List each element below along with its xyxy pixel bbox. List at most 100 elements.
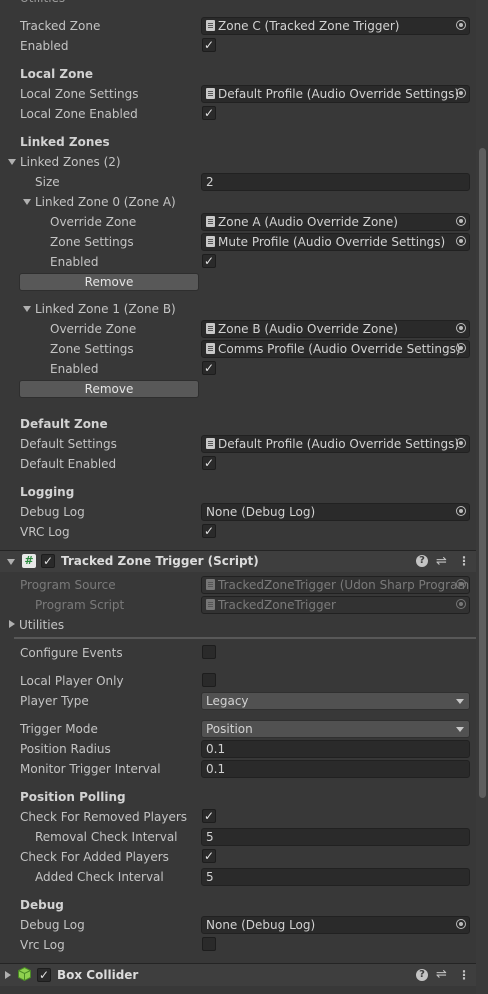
tracked-zone-field[interactable]: Zone C (Tracked Zone Trigger): [201, 17, 470, 35]
object-icon: [206, 438, 215, 449]
linked-zone-0-foldout[interactable]: Linked Zone 0 (Zone A): [0, 192, 476, 212]
vertical-scrollbar[interactable]: [476, 0, 488, 994]
object-picker-icon[interactable]: [456, 88, 466, 98]
player-type-dropdown[interactable]: Legacy: [201, 692, 470, 710]
foldout-arrow-icon[interactable]: [9, 620, 15, 628]
check-removed-label: Check For Removed Players: [20, 810, 188, 824]
configure-events-checkbox[interactable]: [202, 645, 216, 659]
dropdown-arrow-icon: [456, 727, 464, 732]
foldout-arrow-icon[interactable]: [5, 971, 11, 979]
linked-zone-1-foldout[interactable]: Linked Zone 1 (Zone B): [0, 299, 476, 319]
foldout-arrow-icon[interactable]: [8, 159, 16, 165]
component-title: Tracked Zone Trigger (Script): [61, 554, 259, 568]
linked-zone-0-enabled-row: Enabled ✓: [0, 252, 476, 272]
object-picker-icon[interactable]: [456, 506, 466, 516]
tracked-zone-value: Zone C (Tracked Zone Trigger): [218, 19, 400, 33]
default-settings-label: Default Settings: [20, 437, 117, 451]
added-interval-row: Added Check Interval 5: [0, 867, 476, 887]
trigger-mode-dropdown[interactable]: Position: [201, 720, 470, 738]
linked-zone-0-settings-field[interactable]: Mute Profile (Audio Override Settings): [201, 233, 470, 251]
trigger-mode-label: Trigger Mode: [20, 722, 98, 736]
help-icon[interactable]: ?: [416, 969, 428, 981]
linked-zone-1-enabled-row: Enabled ✓: [0, 359, 476, 379]
added-interval-label: Added Check Interval: [35, 870, 164, 884]
tracked-zone-trigger-component-header[interactable]: # ✓ Tracked Zone Trigger (Script) ? ⇌ ⋮: [0, 550, 476, 572]
linked-zone-1-settings-field[interactable]: Comms Profile (Audio Override Settings): [201, 340, 470, 358]
default-zone-header: Default Zone: [20, 417, 108, 431]
vrc-log-checkbox[interactable]: ✓: [202, 524, 216, 538]
object-picker-icon[interactable]: [456, 343, 466, 353]
box-collider-enabled-checkbox[interactable]: ✓: [37, 968, 51, 982]
debug-log-field[interactable]: None (Debug Log): [201, 916, 470, 934]
more-options-icon[interactable]: ⋮: [458, 551, 470, 572]
foldout-arrow-icon[interactable]: [23, 306, 31, 312]
debug-log-label: Debug Log: [20, 505, 85, 519]
linked-zone-0-foldout-label: Linked Zone 0 (Zone A): [23, 192, 176, 212]
utilities-text: Utilities: [19, 618, 65, 632]
foldout-arrow-icon[interactable]: [7, 559, 15, 565]
component-enabled-checkbox[interactable]: ✓: [41, 554, 55, 568]
scrollbar-thumb[interactable]: [479, 148, 486, 798]
default-enabled-label: Default Enabled: [20, 457, 117, 471]
default-settings-field[interactable]: Default Profile (Audio Override Settings…: [201, 435, 470, 453]
default-settings-value: Default Profile (Audio Override Settings…: [218, 437, 460, 451]
linked-zone-1-remove-button[interactable]: Remove: [19, 380, 199, 398]
help-icon[interactable]: ?: [416, 555, 428, 567]
presets-icon[interactable]: ⇌: [436, 551, 447, 572]
local-zone-settings-field[interactable]: Default Profile (Audio Override Settings…: [201, 85, 470, 103]
local-zone-enabled-checkbox[interactable]: ✓: [202, 106, 216, 120]
monitor-interval-input[interactable]: 0.1: [201, 760, 470, 778]
debug-log-row: Debug Log None (Debug Log): [0, 915, 476, 935]
object-picker-icon[interactable]: [456, 438, 466, 448]
program-script-value: TrackedZoneTrigger: [218, 598, 336, 612]
box-collider-component-header[interactable]: ✓ Box Collider ? ⇌ ⋮: [0, 963, 476, 986]
program-script-label: Program Script: [35, 598, 125, 612]
presets-icon[interactable]: ⇌: [436, 964, 447, 986]
object-picker-icon[interactable]: [456, 236, 466, 246]
linked-zone-0-override-field[interactable]: Zone A (Audio Override Zone): [201, 213, 470, 231]
object-picker-icon[interactable]: [456, 20, 466, 30]
default-enabled-row: Default Enabled ✓: [0, 454, 476, 474]
override-zone-label: Override Zone: [50, 215, 137, 229]
enabled-checkbox[interactable]: ✓: [202, 38, 216, 52]
object-picker-icon[interactable]: [456, 323, 466, 333]
logging-debug-log-value: None (Debug Log): [206, 505, 316, 519]
linked-zone-1-override-row: Override Zone Zone B (Audio Override Zon…: [0, 319, 476, 339]
utilities-foldout[interactable]: Utilities: [0, 615, 476, 635]
linked-zone-1-foldout-label: Linked Zone 1 (Zone B): [23, 299, 176, 319]
local-player-only-checkbox[interactable]: [202, 673, 216, 687]
linked-zones-foldout-label: Linked Zones (2): [8, 152, 121, 172]
linked-zones-foldout-text: Linked Zones (2): [20, 155, 121, 169]
local-zone-settings-value: Default Profile (Audio Override Settings…: [218, 87, 460, 101]
script-icon: #: [22, 554, 36, 568]
local-zone-header: Local Zone: [20, 67, 94, 81]
object-picker-icon[interactable]: [456, 216, 466, 226]
logging-debug-log-field[interactable]: None (Debug Log): [201, 503, 470, 521]
utilities-partial-label: Utilities: [20, 0, 65, 8]
program-script-row: Program Script TrackedZoneTrigger: [0, 595, 476, 615]
program-source-field: TrackedZoneTrigger (Udon Sharp Program: [201, 576, 470, 594]
check-removed-checkbox[interactable]: ✓: [202, 809, 216, 823]
separator: [14, 637, 476, 639]
tracked-zone-row: Tracked Zone Zone C (Tracked Zone Trigge…: [0, 16, 476, 36]
linked-zone-0-remove-button[interactable]: Remove: [19, 273, 199, 291]
position-radius-input[interactable]: 0.1: [201, 740, 470, 758]
linked-zone-1-enabled-checkbox[interactable]: ✓: [202, 361, 216, 375]
linked-zone-1-settings-row: Zone Settings Comms Profile (Audio Overr…: [0, 339, 476, 359]
object-picker-icon[interactable]: [456, 919, 466, 929]
added-interval-input[interactable]: 5: [201, 868, 470, 886]
linked-zone-1-override-field[interactable]: Zone B (Audio Override Zone): [201, 320, 470, 338]
linked-zone-0-enabled-checkbox[interactable]: ✓: [202, 254, 216, 268]
more-options-icon[interactable]: ⋮: [458, 964, 470, 986]
linked-zones-foldout[interactable]: Linked Zones (2): [0, 152, 476, 172]
vrc-log-debug-row: Vrc Log: [0, 935, 476, 955]
linked-zone-1-title: Linked Zone 1 (Zone B): [35, 302, 176, 316]
check-added-checkbox[interactable]: ✓: [202, 849, 216, 863]
default-enabled-checkbox[interactable]: ✓: [202, 456, 216, 470]
removal-interval-input[interactable]: 5: [201, 828, 470, 846]
vrc-log-debug-checkbox[interactable]: [202, 937, 216, 951]
size-label: Size: [35, 175, 60, 189]
program-source-value: TrackedZoneTrigger (Udon Sharp Program: [218, 578, 470, 592]
size-input[interactable]: 2: [201, 173, 470, 191]
foldout-arrow-icon[interactable]: [23, 199, 31, 205]
